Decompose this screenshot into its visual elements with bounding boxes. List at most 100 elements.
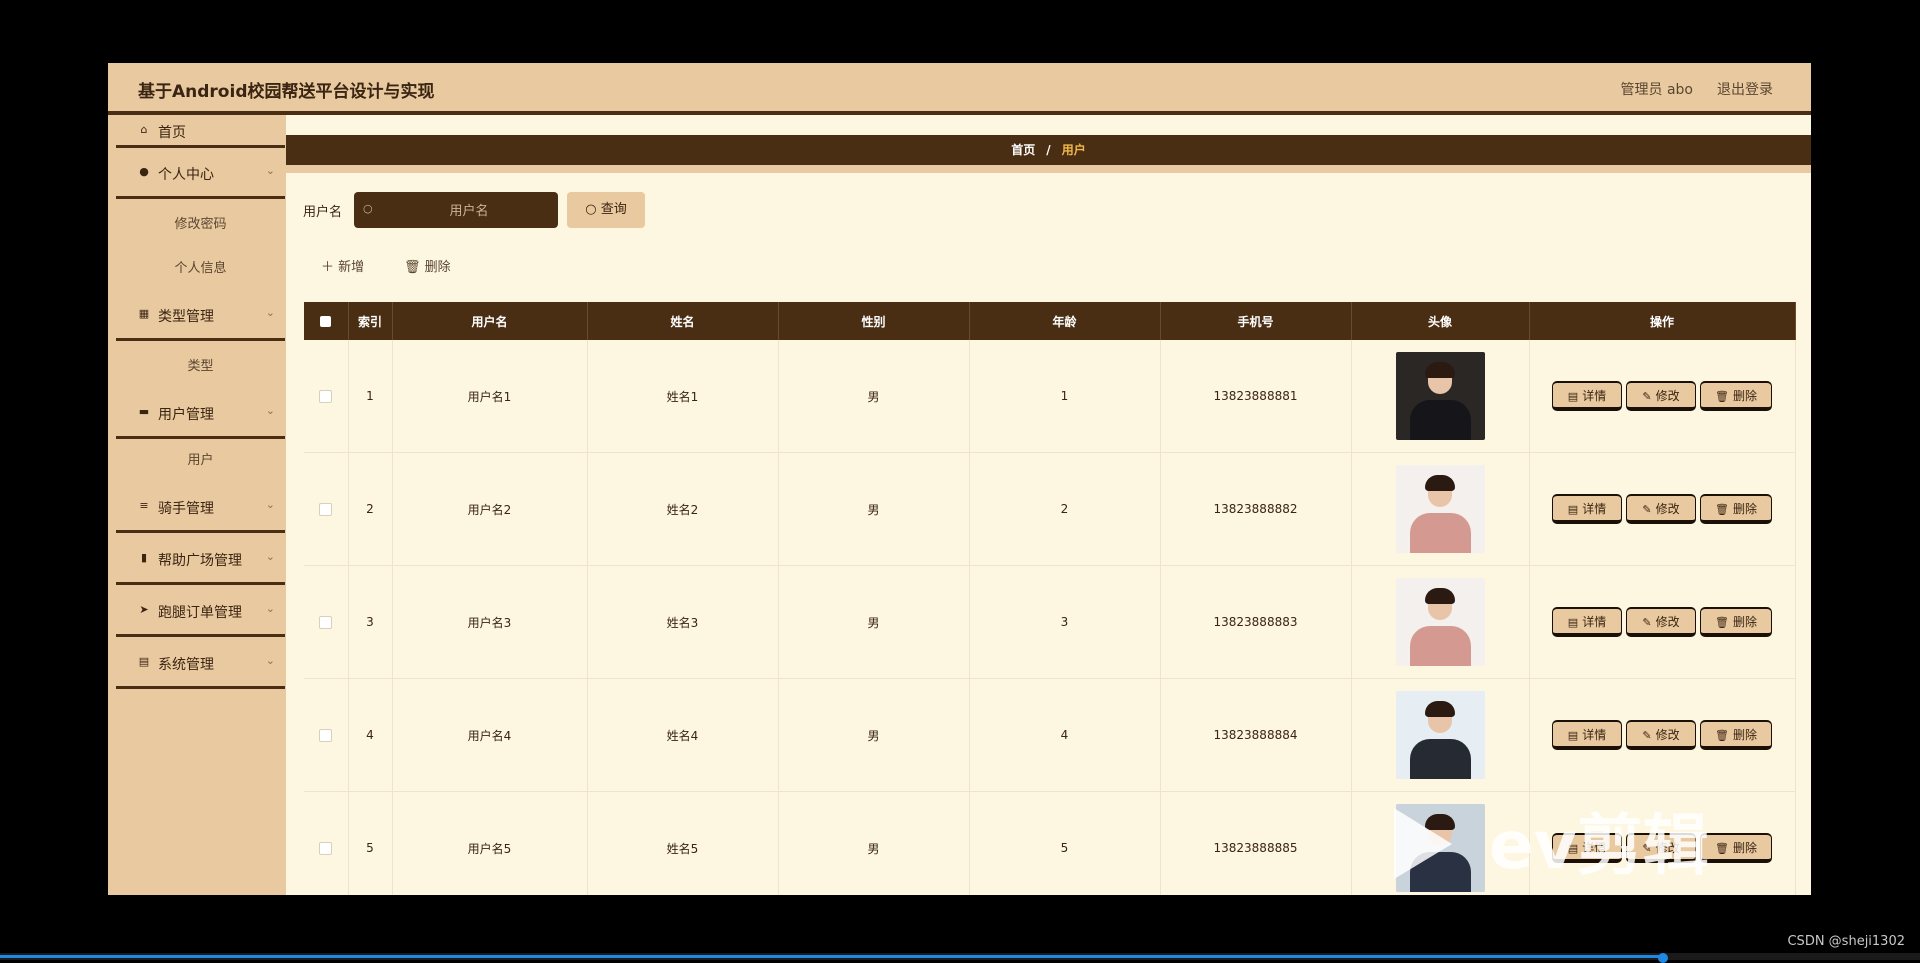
add-button[interactable]: ＋ 新增 (321, 256, 364, 275)
detail-label: 详情 (1582, 728, 1607, 742)
row-checkbox[interactable] (304, 791, 349, 895)
cell-age: 3 (969, 565, 1161, 679)
sidebar-item-home[interactable]: ⌂ 首页 (116, 115, 285, 148)
query-button[interactable]: ○ 查询 (567, 192, 645, 228)
detail-button[interactable]: ▤ 详情 (1552, 381, 1622, 411)
sidebar-item-label: 系统管理 (158, 657, 214, 673)
column-header: 操作 (1529, 302, 1796, 340)
sidebar-item-type-mgmt[interactable]: ▦ 类型管理 ⌄ (116, 293, 285, 341)
sidebar-item-label: 个人中心 (158, 167, 214, 183)
pencil-icon: ✎ (1642, 390, 1652, 403)
detail-label: 详情 (1582, 389, 1607, 403)
cell-name: 姓名2 (587, 452, 779, 566)
delete-button[interactable]: 🗑 删除 (1700, 494, 1772, 524)
delete-label: 删除 (1732, 502, 1757, 516)
detail-button[interactable]: ▤ 详情 (1552, 494, 1622, 524)
delete-label: 删除 (1732, 841, 1757, 855)
sidebar-item-system-mgmt[interactable]: ▤ 系统管理 ⌄ (116, 641, 285, 689)
delete-button[interactable]: 🗑 删除 (1700, 833, 1772, 863)
cell-actions: ▤ 详情 ✎ 修改 🗑 删除 (1529, 565, 1796, 679)
sidebar-subitem-user[interactable]: 用户 (116, 441, 285, 481)
pencil-icon: ✎ (1642, 616, 1652, 629)
cell-index: 2 (348, 452, 393, 566)
table-row: 4 用户名4 姓名4 男 4 13823888884 ▤ 详情 ✎ 修改 🗑 删除 (304, 678, 1796, 792)
column-header: 年龄 (969, 302, 1161, 340)
trash-icon: 🗑 (1715, 729, 1729, 742)
sidebar-subitem-type[interactable]: 类型 (116, 347, 285, 387)
edit-button[interactable]: ✎ 修改 (1626, 720, 1696, 750)
breadcrumb-current: 用户 (1061, 143, 1086, 157)
cell-gender: 男 (778, 791, 970, 895)
row-checkbox[interactable] (304, 340, 349, 453)
row-checkbox[interactable] (304, 452, 349, 566)
cell-username: 用户名2 (392, 452, 588, 566)
chevron-down-icon: ⌄ (265, 550, 275, 563)
delete-button[interactable]: 🗑 删除 (1700, 607, 1772, 637)
table-row: 3 用户名3 姓名3 男 3 13823888883 ▤ 详情 ✎ 修改 🗑 删除 (304, 565, 1796, 679)
select-all-checkbox[interactable] (304, 302, 349, 340)
send-icon: ➤ (139, 603, 149, 616)
delete-label: 删除 (1732, 389, 1757, 403)
user-icon: ● (139, 165, 149, 178)
cell-age: 4 (969, 678, 1161, 792)
cell-avatar (1351, 452, 1530, 566)
sidebar-item-errand-order-mgmt[interactable]: ➤ 跑腿订单管理 ⌄ (116, 589, 285, 637)
plus-icon: ＋ (321, 260, 339, 275)
pencil-icon: ✎ (1642, 729, 1652, 742)
edit-button[interactable]: ✎ 修改 (1626, 833, 1696, 863)
chevron-down-icon: ⌄ (265, 404, 275, 417)
detail-button[interactable]: ▤ 详情 (1552, 833, 1622, 863)
query-button-label: 查询 (600, 202, 627, 217)
chevron-down-icon: ⌄ (265, 306, 275, 319)
top-header: 基于Android校园帮送平台设计与实现 管理员 abo 退出登录 (108, 63, 1811, 115)
delete-button[interactable]: 🗑 删除 (1700, 720, 1772, 750)
sidebar-item-label: 帮助广场管理 (158, 553, 242, 569)
edit-label: 修改 (1655, 728, 1680, 742)
sidebar-subitem-change-password[interactable]: 修改密码 (116, 205, 285, 245)
edit-button[interactable]: ✎ 修改 (1626, 381, 1696, 411)
cell-username: 用户名4 (392, 678, 588, 792)
cell-age: 2 (969, 452, 1161, 566)
user-table: 索引 用户名 姓名 性别 年龄 手机号 头像 操作 1 用户名1 姓名1 男 1… (304, 302, 1796, 895)
csdn-credit: CSDN @sheji1302 (1787, 934, 1905, 949)
avatar (1395, 352, 1485, 440)
logout-link[interactable]: 退出登录 (1717, 79, 1773, 99)
column-header: 性别 (778, 302, 970, 340)
trash-icon: 🗑 (404, 260, 425, 275)
sidebar-item-help-square-mgmt[interactable]: ▮ 帮助广场管理 ⌄ (116, 537, 285, 585)
app-title: 基于Android校园帮送平台设计与实现 (138, 82, 435, 102)
row-checkbox[interactable] (304, 678, 349, 792)
breadcrumb: 首页 / 用户 (286, 135, 1811, 173)
delete-button[interactable]: 🗑 删除 (1700, 381, 1772, 411)
sidebar-item-label: 类型管理 (158, 309, 214, 325)
column-header: 索引 (348, 302, 393, 340)
sidebar-item-personal-center[interactable]: ● 个人中心 ⌄ (116, 151, 285, 199)
cell-phone: 13823888885 (1160, 791, 1352, 895)
breadcrumb-home[interactable]: 首页 (1011, 143, 1035, 157)
sidebar-subitem-personal-info[interactable]: 个人信息 (116, 249, 285, 289)
detail-button[interactable]: ▤ 详情 (1552, 720, 1622, 750)
sidebar-item-rider-mgmt[interactable]: ≡ 骑手管理 ⌄ (116, 485, 285, 533)
cell-phone: 13823888882 (1160, 452, 1352, 566)
chevron-down-icon: ⌄ (265, 654, 275, 667)
search-input[interactable] (382, 192, 556, 230)
edit-button[interactable]: ✎ 修改 (1626, 494, 1696, 524)
sidebar-item-user-mgmt[interactable]: ▬ 用户管理 ⌄ (116, 391, 285, 439)
table-row: 2 用户名2 姓名2 男 2 13823888882 ▤ 详情 ✎ 修改 🗑 删除 (304, 452, 1796, 566)
cell-avatar (1351, 565, 1530, 679)
detail-button[interactable]: ▤ 详情 (1552, 607, 1622, 637)
batch-delete-button[interactable]: 🗑 删除 (404, 256, 451, 275)
edit-button[interactable]: ✎ 修改 (1626, 607, 1696, 637)
home-icon: ⌂ (140, 123, 148, 136)
document-icon: ▤ (1567, 503, 1579, 516)
document-icon: ▤ (1567, 390, 1579, 403)
chevron-down-icon: ⌄ (265, 498, 275, 511)
cell-username: 用户名5 (392, 791, 588, 895)
avatar (1395, 804, 1485, 892)
row-checkbox[interactable] (304, 565, 349, 679)
video-progress-bar[interactable] (0, 953, 1920, 963)
cell-gender: 男 (778, 678, 970, 792)
video-progress-handle[interactable] (1657, 953, 1668, 963)
trash-icon: 🗑 (1715, 842, 1729, 855)
cell-actions: ▤ 详情 ✎ 修改 🗑 删除 (1529, 452, 1796, 566)
